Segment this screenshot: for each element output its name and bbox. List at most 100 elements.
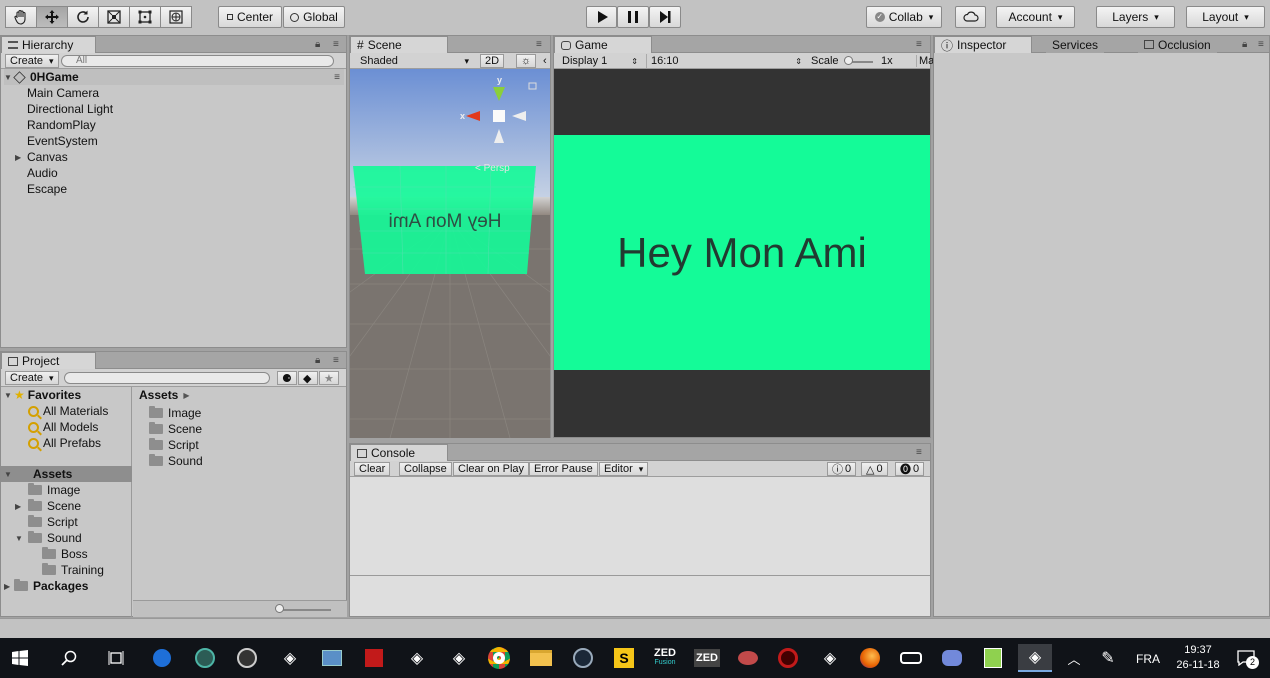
- asset-folder[interactable]: Image: [149, 405, 201, 421]
- project-create-dropdown[interactable]: Create: [5, 371, 59, 385]
- show-hidden-icons-button[interactable]: ︿: [1060, 644, 1088, 672]
- start-button[interactable]: [6, 644, 34, 672]
- console-clear-button[interactable]: Clear: [354, 462, 391, 476]
- icon-size-slider[interactable]: [278, 609, 331, 611]
- scene-more-arrow[interactable]: ‹: [539, 54, 551, 68]
- icon-size-slider-thumb[interactable]: [275, 604, 284, 613]
- display-dropdown[interactable]: Display 1 ⇕: [558, 54, 642, 68]
- lock-icon[interactable]: 🔒︎: [315, 39, 320, 50]
- console-error-pause-button[interactable]: Error Pause: [529, 462, 598, 476]
- expand-right-icon[interactable]: ▶: [15, 153, 25, 162]
- rect-tool-button[interactable]: [129, 6, 161, 28]
- aspect-dropdown[interactable]: 16:10 ⇕: [646, 54, 806, 68]
- hierarchy-item[interactable]: Audio: [27, 165, 58, 181]
- error-filter-toggle[interactable]: ⓿0: [895, 462, 925, 476]
- tab-scene[interactable]: # Scene: [350, 36, 448, 53]
- taskbar-app-firefox[interactable]: [856, 644, 884, 672]
- taskbar-app-unity-active[interactable]: ◈: [1018, 644, 1052, 672]
- taskbar-app-target[interactable]: [774, 644, 802, 672]
- tree-folder[interactable]: ▶ Scene: [15, 498, 81, 514]
- game-canvas[interactable]: Hey Mon Ami: [554, 135, 930, 370]
- scene-menu-icon[interactable]: ≡: [334, 72, 340, 83]
- taskbar-app-discord[interactable]: [938, 644, 966, 672]
- tab-services[interactable]: Services: [1046, 36, 1105, 53]
- clock[interactable]: 19:37 26-11-18: [1172, 643, 1224, 673]
- assets-root-row[interactable]: ▼ Assets: [1, 466, 132, 482]
- search-button[interactable]: [55, 644, 83, 672]
- taskbar-app-maps[interactable]: [148, 644, 176, 672]
- tree-folder[interactable]: ▼ Sound: [15, 530, 82, 546]
- panel-menu-icon[interactable]: ≡: [536, 39, 542, 50]
- taskbar-app-vr[interactable]: [897, 644, 925, 672]
- pause-button[interactable]: [617, 6, 649, 28]
- warning-filter-toggle[interactable]: △ 0: [861, 462, 888, 476]
- tab-project[interactable]: Project: [1, 352, 96, 369]
- scene-root-row[interactable]: ▼ 0HGame ≡: [4, 69, 344, 85]
- panel-menu-icon[interactable]: ≡: [1258, 39, 1264, 50]
- transform-tool-button[interactable]: [160, 6, 192, 28]
- collab-dropdown[interactable]: ✓ Collab: [866, 6, 942, 28]
- asset-folder[interactable]: Scene: [149, 421, 202, 437]
- info-filter-toggle[interactable]: ⓘ 0: [827, 462, 857, 476]
- lock-icon[interactable]: 🔒︎: [1242, 39, 1247, 50]
- lock-icon[interactable]: 🔒︎: [315, 355, 320, 366]
- asset-folder[interactable]: Script: [149, 437, 199, 453]
- console-clear-on-play-button[interactable]: Clear on Play: [453, 462, 530, 476]
- language-indicator[interactable]: FRA: [1136, 652, 1160, 666]
- favorite-item[interactable]: All Models: [28, 419, 98, 435]
- taskbar-app-steam[interactable]: [569, 644, 597, 672]
- projection-label[interactable]: < Persp: [475, 163, 510, 174]
- layers-dropdown[interactable]: Layers: [1096, 6, 1175, 28]
- asset-folder[interactable]: Sound: [149, 453, 203, 469]
- hierarchy-item[interactable]: EventSystem: [27, 133, 98, 149]
- step-button[interactable]: [649, 6, 681, 28]
- panel-menu-icon[interactable]: ≡: [916, 39, 922, 50]
- hierarchy-item[interactable]: Directional Light: [27, 101, 113, 117]
- console-editor-dropdown[interactable]: Editor: [599, 462, 649, 476]
- tree-folder[interactable]: Image: [28, 482, 80, 498]
- scene-viewport[interactable]: y x < Persp Hey Mon Ami: [350, 69, 550, 438]
- taskbar-app-unity-3[interactable]: ◈: [445, 644, 473, 672]
- filter-by-type-button[interactable]: ⚈: [277, 371, 297, 385]
- taskbar-app-red[interactable]: [360, 644, 388, 672]
- hierarchy-item[interactable]: Escape: [27, 181, 67, 197]
- expand-down-icon[interactable]: ▼: [15, 534, 25, 543]
- layout-dropdown[interactable]: Layout: [1186, 6, 1265, 28]
- shading-mode-dropdown[interactable]: Shaded: [356, 54, 473, 68]
- pivot-center-toggle[interactable]: Center: [218, 6, 282, 28]
- tab-occlusion[interactable]: Occlusion: [1138, 36, 1217, 53]
- tab-hierarchy[interactable]: Hierarchy: [1, 36, 96, 53]
- taskbar-app-unity-4[interactable]: ◈: [816, 644, 844, 672]
- hierarchy-create-dropdown[interactable]: Create: [5, 54, 59, 68]
- favorite-item[interactable]: All Prefabs: [28, 435, 101, 451]
- packages-row[interactable]: ▶ Packages: [4, 578, 88, 594]
- panel-menu-icon[interactable]: ≡: [333, 355, 339, 366]
- console-divider[interactable]: [350, 575, 930, 576]
- project-search-input[interactable]: [64, 372, 270, 384]
- taskbar-app-unity-2[interactable]: ◈: [403, 644, 431, 672]
- favorite-item[interactable]: All Materials: [28, 403, 108, 419]
- taskbar-app-explorer[interactable]: [527, 644, 555, 672]
- panel-menu-icon[interactable]: ≡: [916, 447, 922, 458]
- hierarchy-item[interactable]: Main Camera: [27, 85, 99, 101]
- panel-menu-icon[interactable]: ≡: [333, 39, 339, 50]
- scale-slider-thumb[interactable]: [844, 56, 853, 65]
- taskbar-app-zed[interactable]: ZED: [692, 644, 722, 672]
- tree-folder[interactable]: Training: [42, 562, 104, 578]
- scale-tool-button[interactable]: [98, 6, 130, 28]
- play-button[interactable]: [586, 6, 617, 28]
- hierarchy-item-canvas[interactable]: ▶ Canvas: [15, 149, 68, 165]
- favorites-row[interactable]: ▼ ★ Favorites: [4, 387, 81, 403]
- taskbar-app-network[interactable]: [318, 644, 346, 672]
- tab-inspector[interactable]: ⓘ Inspector: [934, 36, 1032, 53]
- expand-right-icon[interactable]: ▶: [4, 582, 14, 591]
- console-collapse-button[interactable]: Collapse: [399, 462, 452, 476]
- cloud-button[interactable]: [955, 6, 986, 28]
- tree-folder[interactable]: Script: [28, 514, 78, 530]
- taskbar-app-bird[interactable]: [734, 644, 762, 672]
- move-tool-button[interactable]: [36, 6, 68, 28]
- tab-game[interactable]: Game: [554, 36, 652, 53]
- taskbar-app-obs[interactable]: [233, 644, 261, 672]
- action-center-button[interactable]: 2: [1232, 644, 1260, 672]
- hand-tool-button[interactable]: [5, 6, 37, 28]
